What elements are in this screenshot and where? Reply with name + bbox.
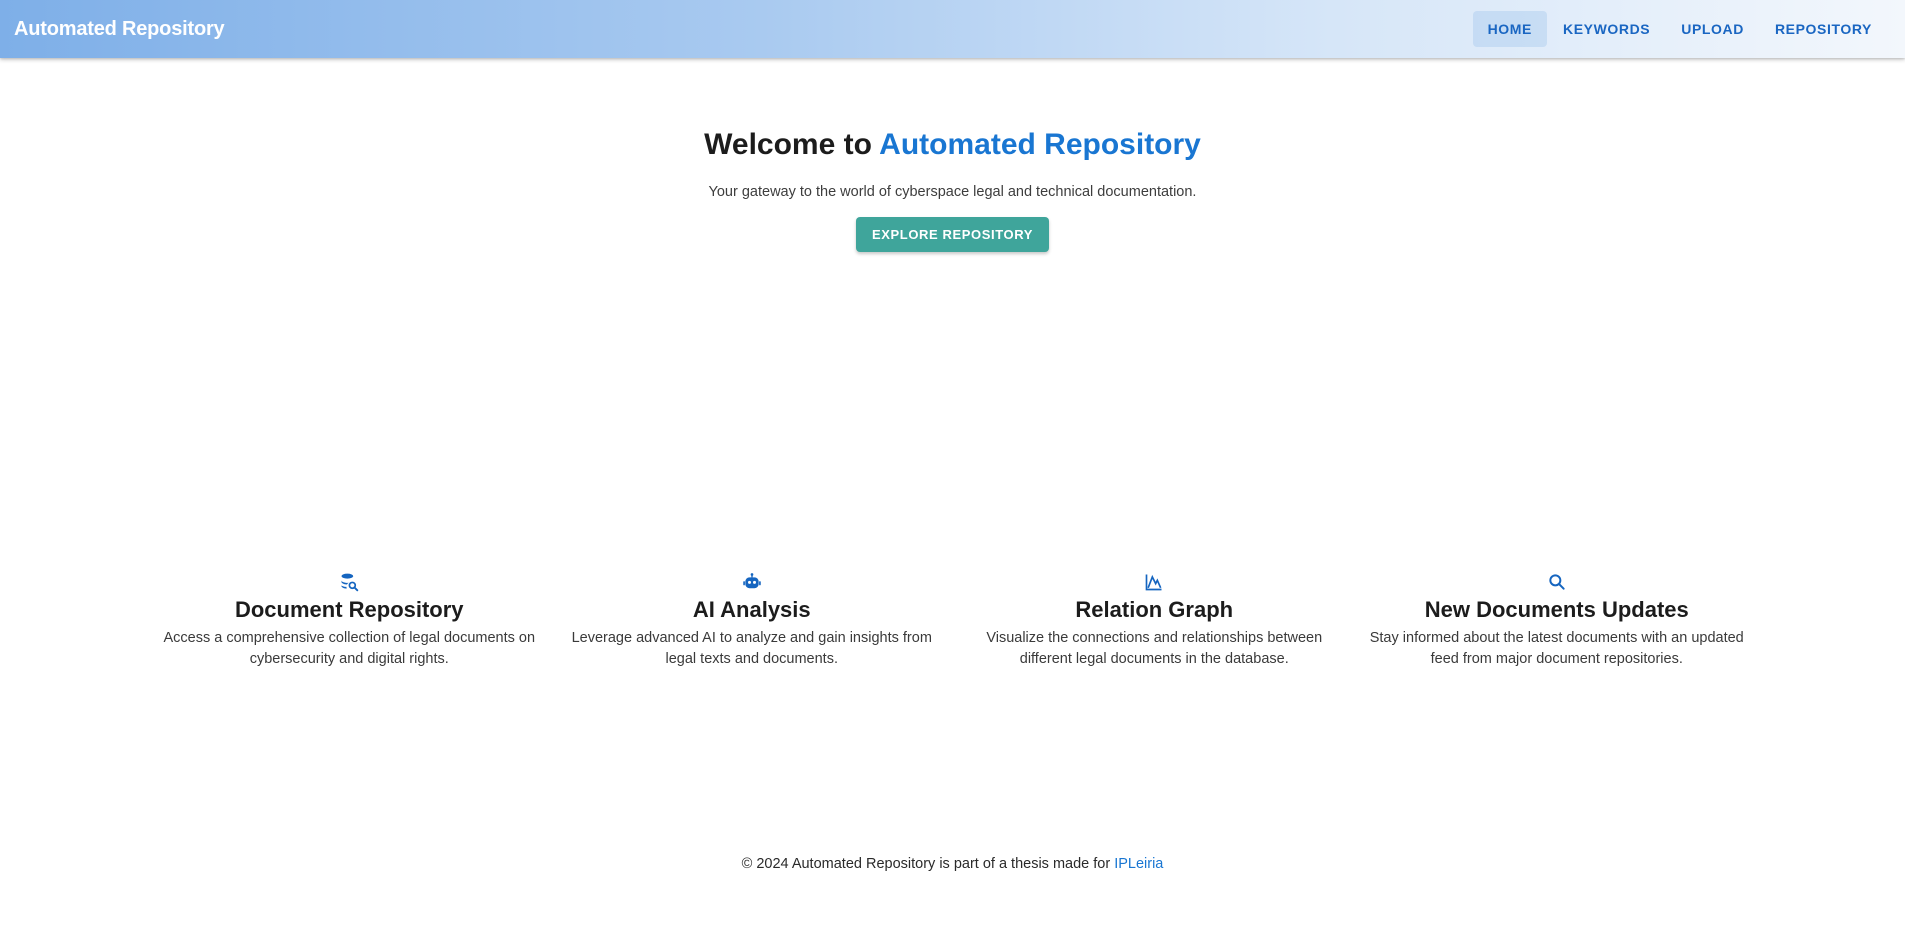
nav-repository-button[interactable]: REPOSITORY bbox=[1760, 11, 1887, 47]
feature-description-line: Access a comprehensive collection of leg… bbox=[163, 630, 536, 646]
database-search-icon bbox=[339, 572, 359, 592]
robot-icon bbox=[742, 572, 762, 592]
feature-description-line: feed from major document repositories. bbox=[1430, 651, 1683, 667]
search-icon bbox=[1547, 572, 1567, 592]
feature-description: Stay informed about the latest documents… bbox=[1366, 628, 1749, 670]
feature-description-line: Leverage advanced AI to analyze and gain… bbox=[571, 630, 932, 646]
explore-repository-button[interactable]: EXPLORE REPOSITORY bbox=[855, 217, 1050, 252]
hero-subtitle: Your gateway to the world of cyberspace … bbox=[708, 184, 1197, 200]
feature-title: New Documents Updates bbox=[1424, 597, 1689, 622]
feature-description-line: Visualize the connections and relationsh… bbox=[986, 630, 1323, 646]
feature-document-repository: Document Repository Access a comprehensi… bbox=[148, 572, 551, 670]
top-nav: HOME KEYWORDS UPLOAD REPOSITORY bbox=[1472, 11, 1887, 47]
feature-new-documents-updates: New Documents Updates Stay informed abou… bbox=[1356, 572, 1759, 670]
feature-description: Access a comprehensive collection of leg… bbox=[158, 628, 541, 670]
nav-keywords-button[interactable]: KEYWORDS bbox=[1548, 11, 1665, 47]
nav-upload-button[interactable]: UPLOAD bbox=[1666, 11, 1759, 47]
chart-line-icon bbox=[1144, 572, 1164, 592]
feature-description: Visualize the connections and relationsh… bbox=[963, 628, 1346, 670]
hero-title: Welcome to Automated Repository bbox=[0, 128, 1905, 162]
feature-description-line: cybersecurity and digital rights. bbox=[249, 651, 449, 667]
ipleiria-link[interactable]: IPLeiria bbox=[1114, 856, 1163, 872]
footer-text: © 2024 Automated Repository is part of a… bbox=[741, 856, 1115, 872]
app-bar: Automated Repository HOME KEYWORDS UPLOA… bbox=[0, 0, 1905, 58]
hero-section: Welcome to Automated Repository Your gat… bbox=[0, 128, 1905, 252]
feature-title: Relation Graph bbox=[1075, 597, 1234, 622]
feature-title: Document Repository bbox=[234, 597, 464, 622]
nav-home-button[interactable]: HOME bbox=[1472, 11, 1547, 47]
hero-title-accent: Automated Repository bbox=[879, 128, 1201, 161]
features-section: Document Repository Access a comprehensi… bbox=[148, 572, 1758, 670]
feature-description-line: Stay informed about the latest documents… bbox=[1369, 630, 1744, 646]
hero-title-prefix: Welcome to bbox=[704, 128, 880, 161]
feature-ai-analysis: AI Analysis Leverage advanced AI to anal… bbox=[551, 572, 954, 670]
app-title[interactable]: Automated Repository bbox=[14, 18, 225, 41]
feature-relation-graph: Relation Graph Visualize the connections… bbox=[953, 572, 1356, 670]
feature-description: Leverage advanced AI to analyze and gain… bbox=[561, 628, 944, 670]
feature-description-line: legal texts and documents. bbox=[665, 651, 839, 667]
feature-description-line: different legal documents in the databas… bbox=[1019, 651, 1289, 667]
footer: © 2024 Automated Repository is part of a… bbox=[0, 856, 1905, 872]
feature-title: AI Analysis bbox=[692, 597, 811, 622]
